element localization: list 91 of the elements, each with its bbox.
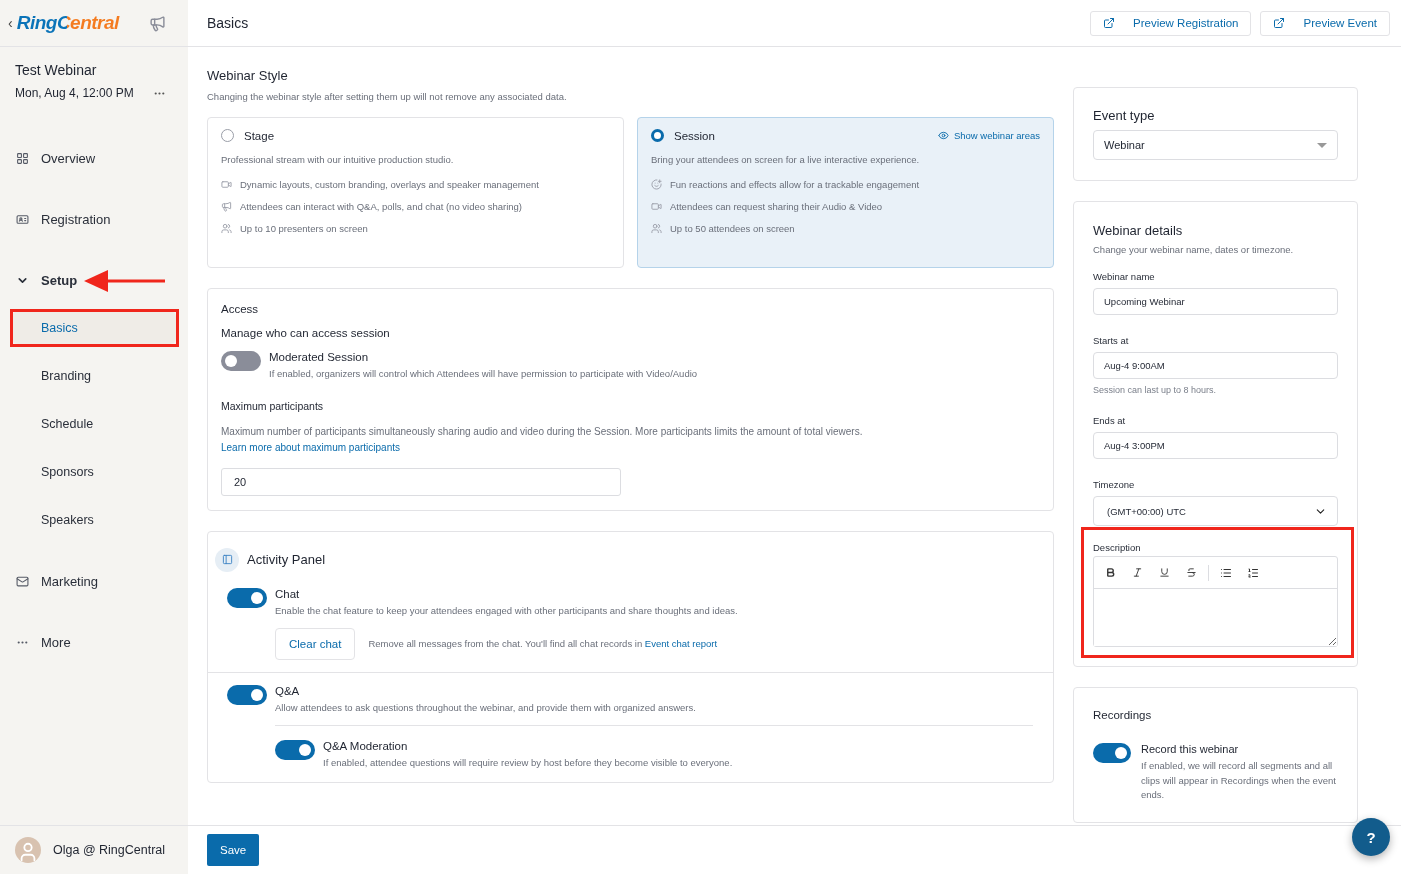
user-name[interactable]: Olga @ RingCentral: [53, 843, 166, 857]
card-title: Recordings: [1093, 709, 1153, 722]
field-label: Timezone: [1093, 479, 1136, 491]
action-note: Remove all messages from the chat. You'll find all chat records in Event chat report: [368, 636, 718, 651]
nav-subitem[interactable]: Schedule: [12, 407, 176, 440]
toggle-label: Record this webinar: [1141, 743, 1240, 756]
style-option-card[interactable]: [207, 117, 624, 269]
toggle-switch[interactable]: [221, 351, 261, 372]
field-hint: Session can last up to 8 hours.: [1093, 385, 1218, 396]
toggle-description: Enable the chat feature to keep your attendees engaged with other participants and share thoughts and ideas.: [275, 603, 738, 618]
nav-item[interactable]: Setup: [0, 250, 188, 311]
section-title: Webinar Style: [207, 68, 289, 83]
megaphone-icon[interactable]: [149, 14, 166, 32]
external-link-icon: [1103, 17, 1115, 29]
nav-subitem[interactable]: Sponsors: [12, 455, 176, 488]
section-subtitle: Manage who can access session: [221, 327, 391, 340]
nav-item[interactable]: Marketing: [0, 551, 188, 612]
field-description: Maximum number of participants simultaneously sharing audio and video during the Session. More participants limits the amount of total viewers. Learn more about maximum participants: [221, 424, 864, 455]
avatar: [15, 837, 41, 863]
feature-text: Fun reactions and effects allow for a trackable engagement: [670, 178, 920, 190]
toggle-description: If enabled, we will record all segments and all clips will appear in Recordings when the event ends.: [1141, 759, 1337, 802]
nav-item[interactable]: More: [0, 612, 188, 673]
feature-text: Up to 10 presenters on screen: [240, 222, 368, 234]
section-title: Access: [221, 303, 260, 316]
toggle-label: Q&A: [275, 684, 301, 697]
field-label: Ends at: [1093, 415, 1127, 427]
toggle-switch[interactable]: [275, 740, 315, 760]
feature-text: Attendees can interact with Q&A, polls, and chat (no video sharing): [240, 200, 522, 212]
text-field[interactable]: Upcoming Webinar: [1093, 288, 1338, 316]
section-subtitle: Changing the webinar style after setting them up will not remove any associated data.: [207, 90, 568, 104]
option-description: Bring your attendees on screen for a live interactive experience.: [651, 153, 921, 168]
megaphone-icon: [221, 200, 232, 212]
timezone-select[interactable]: (GMT+00:00) UTC: [1093, 496, 1338, 527]
nav-item[interactable]: Overview: [0, 128, 188, 189]
radio-button[interactable]: [221, 129, 234, 143]
toggle-description: If enabled, organizers will control which Attendees will have permission to participate with Video/Audio: [269, 367, 698, 382]
number-field[interactable]: 20: [221, 467, 621, 496]
learn-more-link[interactable]: Learn more about maximum participants: [221, 441, 400, 453]
grid-icon: [16, 152, 29, 165]
event-date: Mon, Aug 4, 12:00 PM: [15, 86, 134, 100]
feature-text: Dynamic layouts, custom branding, overlays and speaker management: [240, 178, 539, 190]
people-icon: [221, 222, 232, 234]
toggle-switch[interactable]: [1093, 743, 1131, 764]
field-title: Maximum participants: [221, 399, 325, 412]
smiley-icon: [651, 178, 662, 190]
envelope-icon: [16, 575, 29, 588]
nav-item[interactable]: Registration: [0, 189, 188, 250]
section-title: Activity Panel: [247, 552, 326, 567]
clear-chat-button[interactable]: Clear chat: [275, 627, 356, 660]
toggle-switch[interactable]: [227, 684, 267, 705]
option-title: Stage: [244, 129, 276, 142]
report-link[interactable]: Event chat report: [644, 637, 718, 649]
event-type-select[interactable]: Webinar: [1093, 130, 1338, 160]
video-camera-icon: [221, 178, 232, 190]
panel-icon: [215, 547, 239, 572]
radio-button[interactable]: [651, 129, 664, 143]
show-areas-link[interactable]: Show webinar areas: [937, 130, 1040, 142]
nav-subitem[interactable]: Branding: [12, 359, 176, 392]
toggle-label: Q&A Moderation: [323, 740, 409, 752]
nav-subitem[interactable]: Speakers: [12, 503, 176, 536]
toggle-label: Chat: [275, 587, 301, 600]
external-link-icon: [1273, 17, 1286, 29]
field-label: Description: [1093, 542, 1142, 554]
preview-button[interactable]: Preview Registration: [1090, 10, 1252, 36]
video-camera-icon: [651, 200, 662, 212]
people-icon: [651, 222, 662, 234]
feature-text: Up to 50 attendees on screen: [670, 222, 795, 234]
card-title: Webinar details: [1093, 223, 1184, 238]
field-label: Starts at: [1093, 335, 1130, 347]
card-icon: [16, 213, 29, 226]
feature-text: Attendees can request sharing their Audio & Video: [670, 200, 883, 212]
dropdown-caret-icon: [1317, 142, 1327, 148]
toggle-description: Allow attendees to ask questions throughout the webinar, and provide them with organized answers.: [275, 700, 696, 715]
nav-subitem[interactable]: Basics: [12, 311, 176, 344]
event-title: Test Webinar: [14, 61, 98, 78]
style-option-card[interactable]: [637, 117, 1054, 269]
field-label: Webinar name: [1093, 271, 1156, 283]
option-title: Session: [674, 129, 716, 142]
card-subtitle: Change your webinar name, dates or timezone.: [1093, 243, 1295, 257]
eye-icon: [937, 130, 949, 142]
text-field[interactable]: Aug-4 3:00PM: [1093, 432, 1338, 460]
preview-button[interactable]: Preview Event: [1260, 10, 1390, 36]
card-title: Event type: [1093, 108, 1156, 123]
toggle-description: If enabled, attendee questions will require review by host before they become visible to everyone.: [323, 756, 733, 770]
toggle-label: Moderated Session: [269, 351, 370, 364]
save-button[interactable]: Save: [207, 834, 260, 866]
toggle-switch[interactable]: [227, 587, 267, 608]
option-description: Professional stream with our intuitive production studio.: [221, 153, 455, 168]
back-chevron[interactable]: ‹: [8, 15, 13, 31]
text-field[interactable]: Aug-4 9:00AM: [1093, 352, 1338, 380]
page-title: Basics: [207, 15, 250, 31]
